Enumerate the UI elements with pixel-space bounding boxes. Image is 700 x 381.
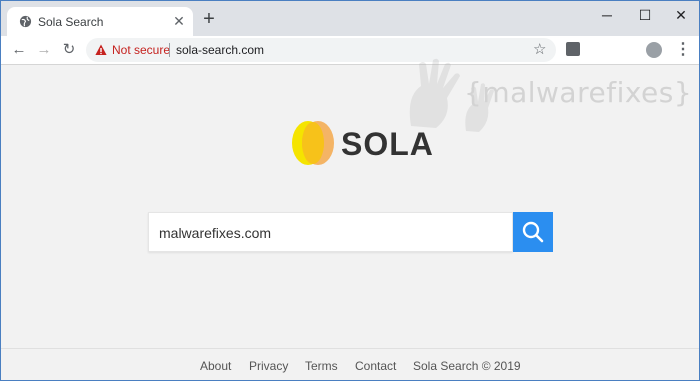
search-input-value[interactable]: malwarefixes.com bbox=[159, 225, 271, 241]
reload-button[interactable]: ↻ bbox=[58, 39, 80, 61]
divider bbox=[169, 43, 170, 57]
search-button[interactable] bbox=[513, 212, 553, 252]
search-icon bbox=[522, 221, 544, 243]
sola-logo-icon bbox=[292, 121, 334, 165]
page-footer: About Privacy Terms Contact Sola Search … bbox=[1, 348, 699, 380]
browser-window: Sola Search ✕ + ─ ☐ ✕ ← → ↻ Not secure s… bbox=[0, 0, 700, 381]
footer-link-privacy[interactable]: Privacy bbox=[249, 359, 288, 373]
url-text[interactable]: sola-search.com bbox=[176, 43, 264, 57]
globe-icon bbox=[19, 15, 32, 28]
tab-strip: Sola Search ✕ + ─ ☐ ✕ bbox=[1, 1, 699, 36]
browser-toolbar: ← → ↻ Not secure sola-search.com ☆ ⋮ bbox=[1, 36, 699, 65]
page-content: {malwarefixes} SOLA malwarefixes.com bbox=[1, 58, 699, 348]
maximize-button[interactable]: ☐ bbox=[627, 1, 663, 29]
back-button[interactable]: ← bbox=[8, 39, 30, 61]
footer-link-about[interactable]: About bbox=[200, 359, 231, 373]
new-tab-button[interactable]: + bbox=[200, 9, 218, 29]
close-window-button[interactable]: ✕ bbox=[663, 1, 699, 29]
close-tab-icon[interactable]: ✕ bbox=[171, 13, 187, 29]
menu-kebab-icon[interactable]: ⋮ bbox=[675, 40, 691, 60]
forward-button[interactable]: → bbox=[33, 39, 55, 61]
extension-icon[interactable] bbox=[566, 42, 580, 56]
footer-link-terms[interactable]: Terms bbox=[305, 359, 338, 373]
security-label[interactable]: Not secure bbox=[112, 43, 170, 57]
minimize-button[interactable]: ─ bbox=[589, 1, 625, 29]
warning-icon bbox=[95, 44, 107, 55]
logo-text: SOLA bbox=[341, 126, 434, 162]
profile-avatar-icon[interactable] bbox=[646, 42, 662, 58]
sola-logo: SOLA bbox=[289, 118, 433, 168]
footer-copyright: Sola Search © 2019 bbox=[413, 359, 521, 373]
tab-sola-search[interactable]: Sola Search ✕ bbox=[7, 7, 193, 36]
bookmark-star-icon[interactable]: ☆ bbox=[533, 40, 546, 58]
watermark-text: {malwarefixes} bbox=[464, 76, 693, 109]
search-input[interactable]: malwarefixes.com bbox=[148, 212, 513, 252]
tab-title: Sola Search bbox=[38, 15, 104, 29]
footer-link-contact[interactable]: Contact bbox=[355, 359, 396, 373]
